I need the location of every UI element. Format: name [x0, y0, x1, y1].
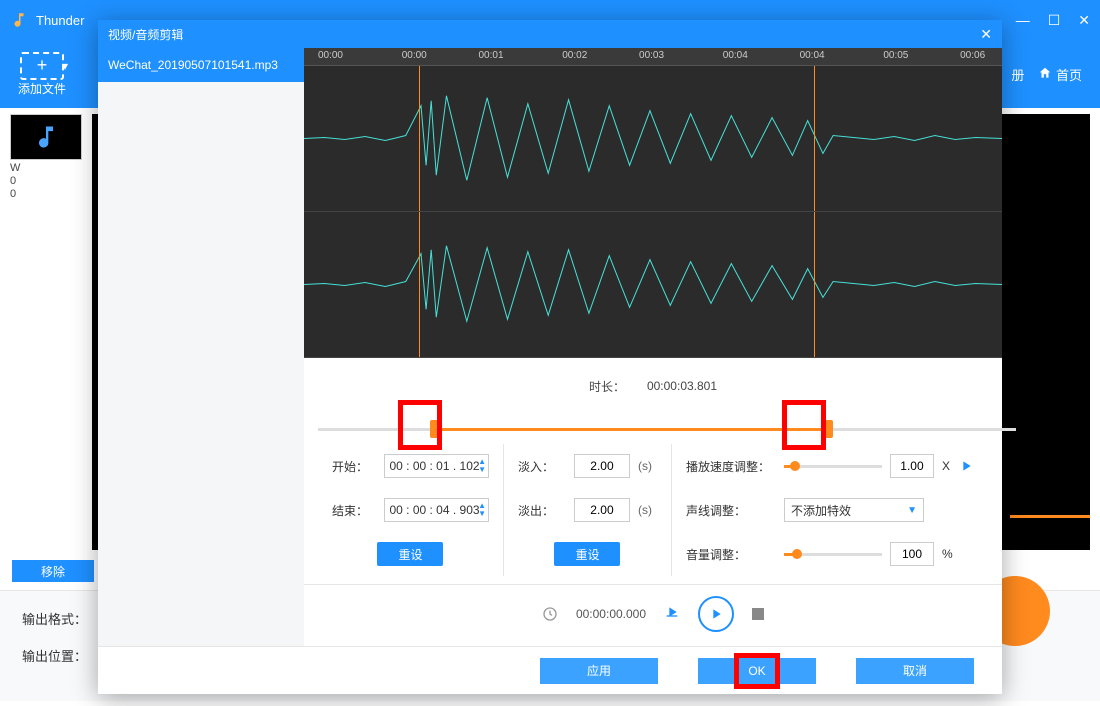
- stop-button[interactable]: [752, 608, 764, 620]
- selection-start-line: [419, 66, 420, 211]
- output-format-label: 输出格式：: [22, 609, 102, 628]
- seconds-unit: (s): [638, 459, 652, 473]
- playback-time: 00:00:00.000: [576, 607, 646, 621]
- apply-button[interactable]: 应用: [540, 658, 658, 684]
- register-link[interactable]: 册: [1011, 65, 1024, 84]
- ruler-tick: 00:03: [639, 50, 664, 61]
- modal-footer: 应用 OK 取消: [98, 646, 1002, 694]
- volume-input[interactable]: [890, 542, 934, 566]
- tab-underline: [1010, 515, 1090, 518]
- output-location-label: 输出位置：: [22, 646, 102, 665]
- trim-fill: [433, 428, 827, 431]
- remove-button[interactable]: 移除: [12, 560, 94, 582]
- speed-label: 播放速度调整：: [686, 458, 776, 475]
- file-entry-selected[interactable]: WeChat_20190507101541.mp3: [98, 48, 304, 82]
- add-file-button[interactable]: ▾ 添加文件: [18, 52, 66, 97]
- app-logo-icon: [10, 11, 28, 29]
- selection-end-line: [814, 66, 815, 211]
- fade-in-input[interactable]: [574, 454, 630, 478]
- window-close-icon[interactable]: ✕: [1078, 12, 1090, 29]
- play-button[interactable]: [698, 596, 734, 632]
- ruler-tick: 00:04: [800, 50, 825, 61]
- speed-input[interactable]: [890, 454, 934, 478]
- clock-icon: [542, 606, 558, 622]
- effect-select[interactable]: 不添加特效 ▼: [784, 498, 924, 522]
- ruler-tick: 00:00: [402, 50, 427, 61]
- modal-close-icon[interactable]: ✕: [980, 26, 992, 43]
- modal-file-list: WeChat_20190507101541.mp3: [98, 48, 304, 646]
- cancel-button[interactable]: 取消: [856, 658, 974, 684]
- modal-titlebar: 视频/音频剪辑 ✕: [98, 20, 1002, 48]
- start-time-input[interactable]: 00 : 00 : 01 . 102 ▲▼: [384, 454, 489, 478]
- add-file-label: 添加文件: [18, 80, 66, 97]
- speed-slider[interactable]: [784, 465, 882, 468]
- home-icon: [1038, 66, 1052, 80]
- effect-label: 声线调整：: [686, 502, 776, 519]
- annotation-highlight-ok: [734, 653, 780, 689]
- reset-time-button[interactable]: 重设: [377, 542, 443, 566]
- waveform-container: 00:00 00:00 00:01 00:02 00:03 00:04 00:0…: [304, 48, 1002, 358]
- volume-slider[interactable]: [784, 553, 882, 556]
- file-list: W 0 0: [0, 108, 92, 556]
- ruler-tick: 00:02: [562, 50, 587, 61]
- duration-label: 时长：: [589, 378, 625, 395]
- time-ruler: 00:00 00:00 00:01 00:02 00:03 00:04 00:0…: [304, 48, 1002, 66]
- waveform-left[interactable]: [304, 66, 1002, 212]
- reset-fade-button[interactable]: 重设: [554, 542, 620, 566]
- add-file-icon: ▾: [20, 52, 64, 80]
- selection-start-line: [419, 212, 420, 357]
- duration-value: 00:00:03.801: [647, 379, 717, 393]
- ruler-tick: 00:06: [960, 50, 985, 61]
- seconds-unit: (s): [638, 503, 652, 517]
- fade-in-label: 淡入：: [518, 458, 566, 475]
- ruler-tick: 00:00: [318, 50, 343, 61]
- fade-out-input[interactable]: [574, 498, 630, 522]
- home-link[interactable]: 首页: [1038, 65, 1082, 84]
- spinner-icon[interactable]: ▲▼: [478, 458, 486, 474]
- file-thumbnail[interactable]: [10, 114, 82, 160]
- ruler-tick: 00:04: [723, 50, 748, 61]
- window-maximize-icon[interactable]: ☐: [1048, 12, 1061, 29]
- volume-label: 音量调整：: [686, 546, 776, 563]
- end-time-input[interactable]: 00 : 00 : 04 . 903 ▲▼: [384, 498, 489, 522]
- skip-to-start-icon[interactable]: [664, 604, 680, 623]
- start-label: 开始：: [332, 458, 376, 475]
- annotation-highlight-end: [782, 400, 826, 450]
- ruler-tick: 00:05: [883, 50, 908, 61]
- annotation-highlight-start: [398, 400, 442, 450]
- file-meta: W 0 0: [10, 162, 92, 202]
- editor-modal: 视频/音频剪辑 ✕ WeChat_20190507101541.mp3 00:0…: [98, 20, 1002, 694]
- play-speed-icon[interactable]: [958, 458, 974, 474]
- selection-end-line: [814, 212, 815, 357]
- playback-row: 00:00:00.000: [304, 584, 1002, 642]
- spinner-icon[interactable]: ▲▼: [478, 502, 486, 518]
- speed-unit: X: [942, 459, 950, 473]
- ruler-tick: 00:01: [478, 50, 503, 61]
- end-label: 结束：: [332, 502, 376, 519]
- modal-title: 视频/音频剪辑: [108, 26, 183, 43]
- waveform-right[interactable]: [304, 212, 1002, 358]
- window-minimize-icon[interactable]: —: [1016, 12, 1030, 28]
- volume-unit: %: [942, 547, 953, 561]
- fade-out-label: 淡出：: [518, 502, 566, 519]
- chevron-down-icon: ▼: [907, 505, 917, 516]
